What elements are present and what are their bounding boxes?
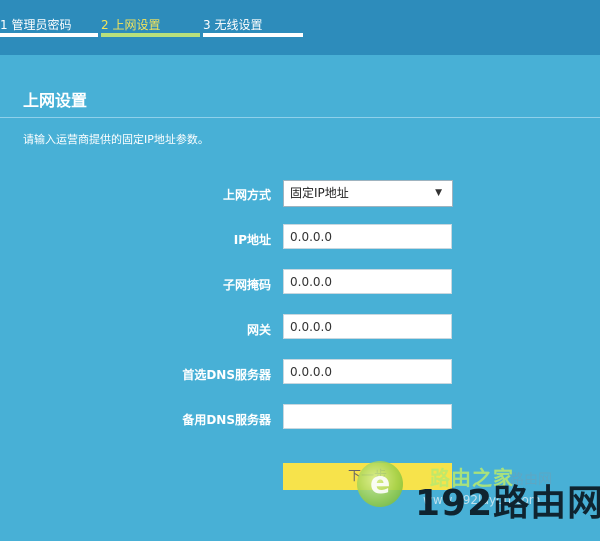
subnet-mask-input[interactable] — [283, 269, 452, 294]
page-title: 上网设置 — [23, 91, 88, 110]
primary-dns-input[interactable] — [283, 359, 452, 384]
step-line-admin-password — [0, 33, 98, 37]
step-line-internet-settings — [101, 33, 200, 37]
secondary-dns-label: 备用DNS服务器 — [182, 413, 271, 427]
watermark-logo-letter-icon: e — [370, 466, 391, 501]
wizard-steps-bar: 1 管理员密码 2 上网设置 3 无线设置 — [0, 0, 600, 55]
connection-type-select[interactable]: 固定IP地址 ▼ — [283, 180, 453, 207]
ip-address-label: IP地址 — [233, 233, 271, 247]
primary-dns-label: 首选DNS服务器 — [182, 368, 271, 382]
ip-address-input[interactable] — [283, 224, 452, 249]
step-line-wireless-settings — [203, 33, 303, 37]
step-wireless-settings[interactable]: 3 无线设置 — [203, 16, 262, 33]
secondary-dns-input[interactable] — [283, 404, 452, 429]
step-internet-settings[interactable]: 2 上网设置 — [101, 16, 160, 33]
watermark-big-text: 192路由网 — [415, 483, 600, 524]
step-admin-password[interactable]: 1 管理员密码 — [0, 16, 71, 33]
gateway-input[interactable] — [283, 314, 452, 339]
gateway-label: 网关 — [246, 323, 271, 337]
connection-type-label: 上网方式 — [222, 188, 271, 202]
subnet-mask-label: 子网掩码 — [222, 278, 271, 292]
connection-type-value: 固定IP地址 — [290, 186, 349, 200]
instruction-text: 请输入运营商提供的固定IP地址参数。 — [23, 133, 209, 146]
chevron-down-icon: ▼ — [435, 188, 442, 198]
title-divider — [0, 117, 600, 118]
